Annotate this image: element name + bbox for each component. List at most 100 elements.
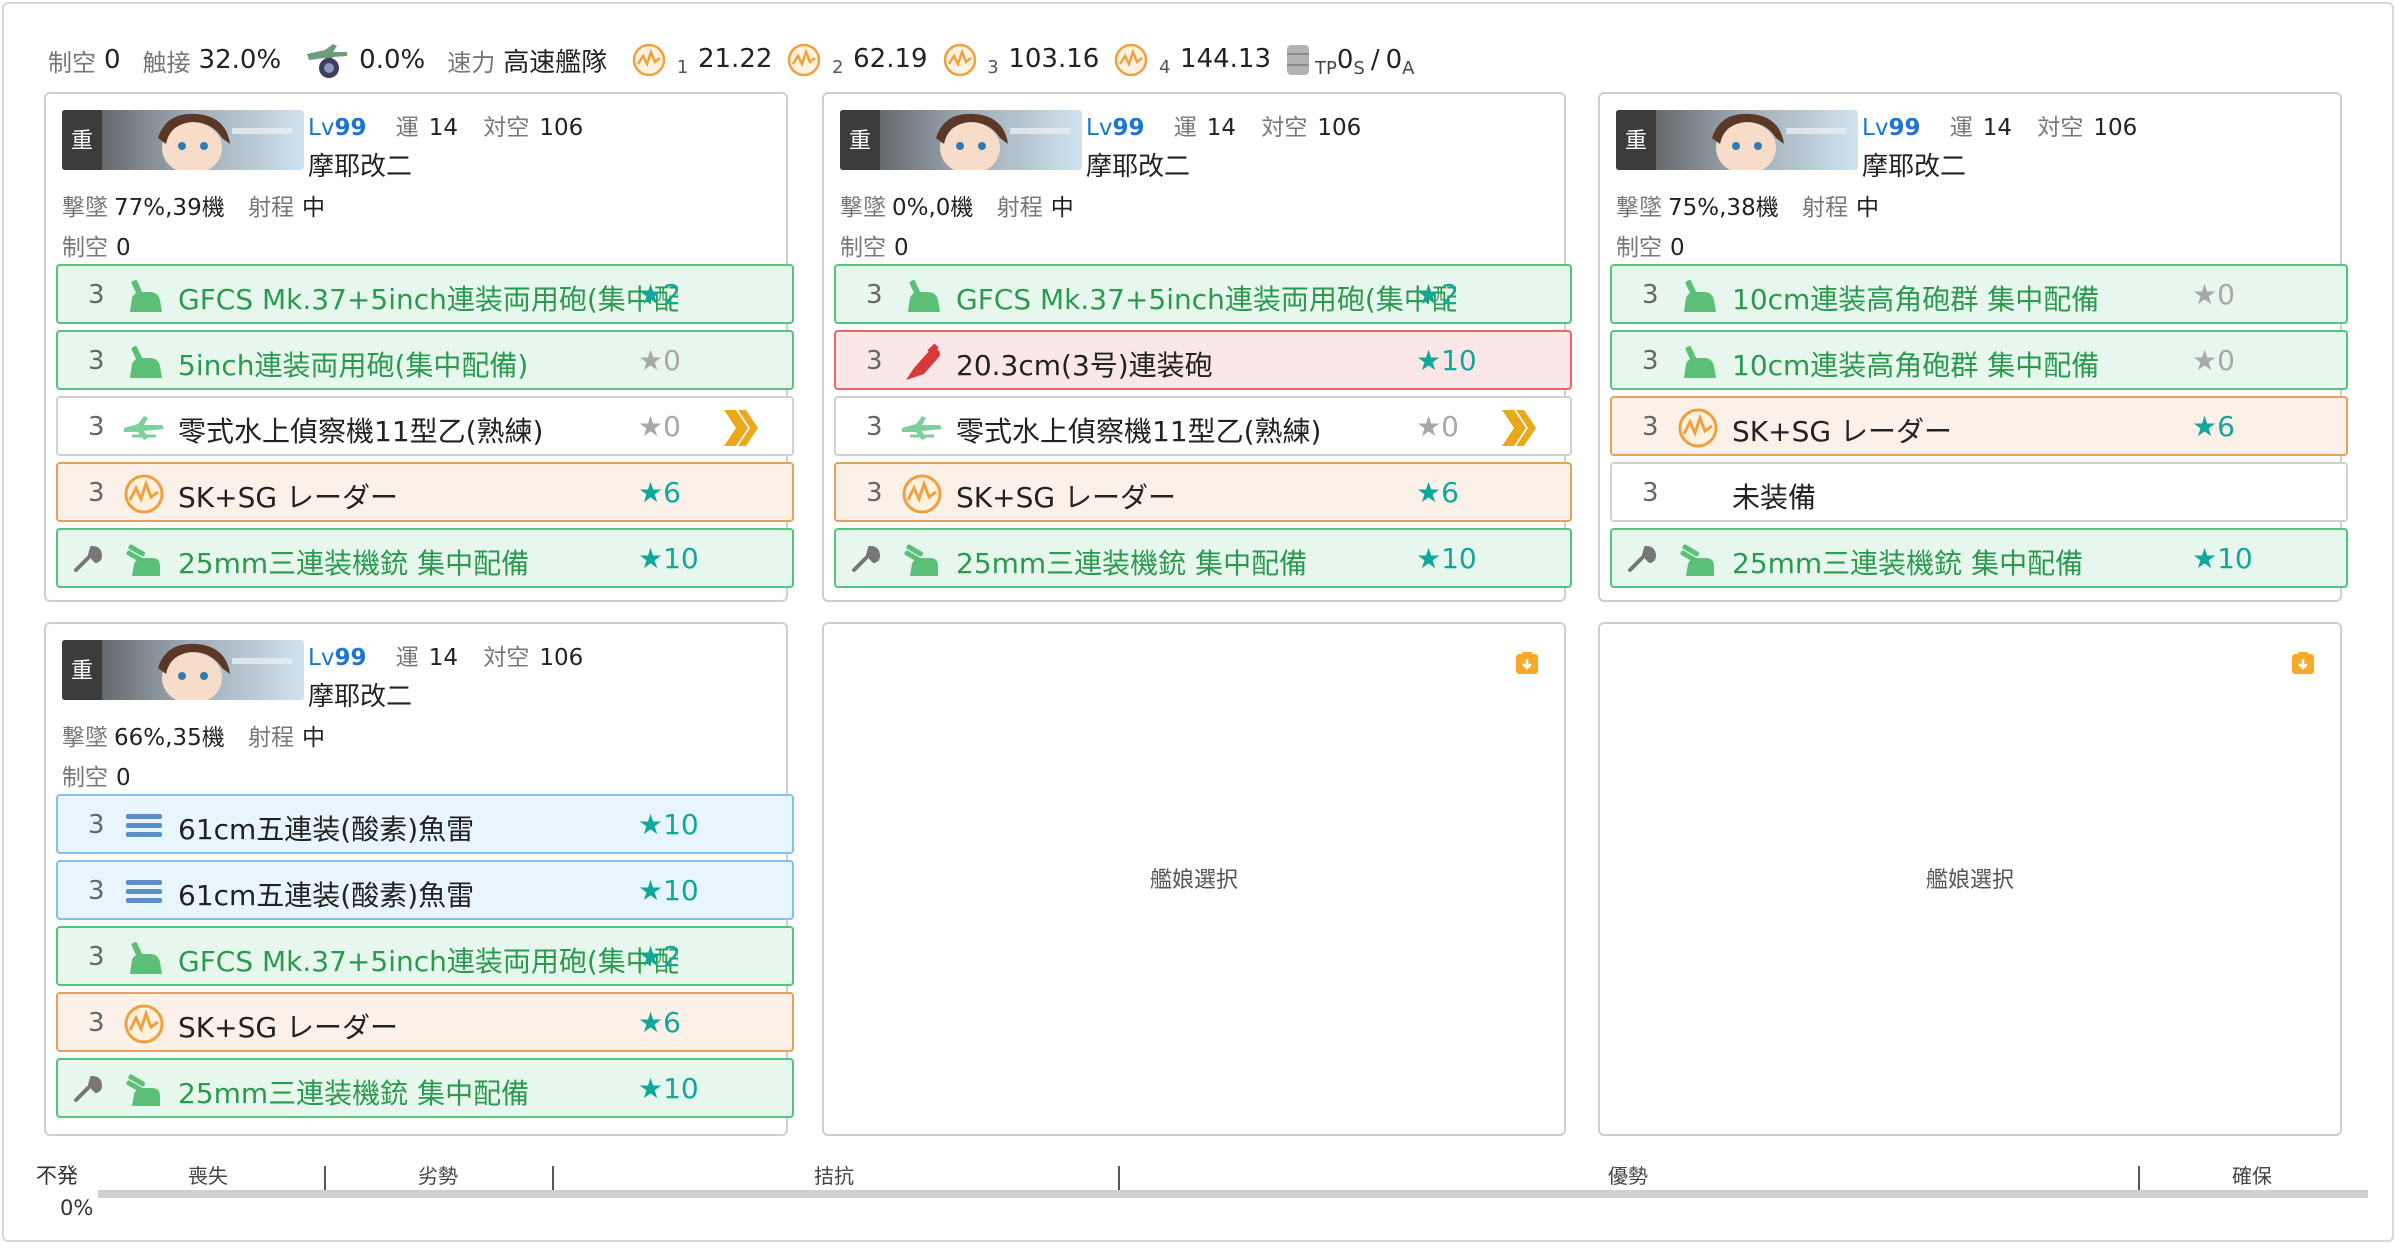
level: Lv99 — [308, 645, 367, 671]
radar-icon — [632, 43, 666, 77]
bookmark-icon[interactable] — [2290, 650, 2316, 676]
equipment-slot[interactable]: 3 零式水上偵察機11型乙(熟練) ★0 — [834, 396, 1572, 456]
equipment-slot[interactable]: 3 SK+SG レーダー ★6 — [834, 462, 1572, 522]
slot-count: 3 — [88, 346, 105, 376]
los-group-2: 2 62.19 — [786, 42, 941, 78]
los-coef-3: 3 — [987, 57, 999, 78]
equipment-name: 20.3cm(3号)連装砲 — [956, 349, 1213, 382]
ship-header[interactable]: 重 Lv99 運 14 対空 106 摩耶改二 撃墜 66%,35機 射程中 制空 0 — [46, 624, 786, 794]
ship-seiku-label: 制空 — [62, 235, 108, 261]
equipment-slot[interactable]: 25mm三連装機銃 集中配備 ★10 — [834, 528, 1572, 588]
improvement-stars: ★0 — [1416, 410, 1459, 443]
slot-count: 3 — [866, 478, 883, 508]
equipment-list: 3 GFCS Mk.37+5inch連装両用砲(集中配備) ★2 3 5inch… — [56, 264, 794, 594]
equipment-slot[interactable]: 3 SK+SG レーダー ★6 — [56, 992, 794, 1052]
shootdown-value: 0%,0機 — [892, 195, 974, 221]
select-ship-label[interactable]: 艦娘選択 — [824, 862, 1564, 894]
radar-icon — [902, 474, 942, 514]
ship-name[interactable]: 摩耶改二 — [308, 676, 412, 713]
ship-card[interactable]: 重 Lv99 運 14 対空 106 摩耶改二 撃墜 0%,0機 射程中 制空 0 3 … — [822, 92, 1572, 602]
drum-icon — [1287, 45, 1310, 75]
aa-label: 対空 — [483, 645, 530, 671]
aa-gun-icon — [904, 544, 938, 576]
select-ship-label[interactable]: 艦娘選択 — [1600, 862, 2340, 894]
equipment-slot[interactable]: 25mm三連装機銃 集中配備 ★10 — [56, 1058, 794, 1118]
improvement-stars: ★2 — [1416, 278, 1459, 311]
ship-seiku-label: 制空 — [840, 235, 886, 261]
ship-stats-line: Lv99 運 14 対空 106 — [308, 108, 583, 142]
equipment-slot[interactable]: 25mm三連装機銃 集中配備 ★10 — [56, 528, 794, 588]
equipment-slot[interactable]: 3 10cm連装高角砲群 集中配備 ★0 — [1610, 330, 2348, 390]
equipment-name: 25mm三連装機銃 集中配備 — [1732, 547, 2084, 580]
seaplane-icon — [124, 416, 164, 440]
ship-banner-image: 重 — [62, 640, 304, 700]
equipment-slot[interactable]: 3 61cm五連装(酸素)魚雷 ★10 — [56, 794, 794, 854]
ship-banner-image: 重 — [62, 110, 304, 170]
empty-ship-slot[interactable]: 艦娘選択 — [822, 622, 1566, 1136]
equipment-slot[interactable]: 3 未装備 — [1610, 462, 2348, 522]
equipment-name: 25mm三連装機銃 集中配備 — [178, 1077, 530, 1110]
luck-label: 運 — [1173, 115, 1197, 141]
equipment-slot[interactable]: 3 SK+SG レーダー ★6 — [56, 462, 794, 522]
seiku-value: 0 — [104, 45, 121, 75]
bookmark-icon[interactable] — [1514, 650, 1540, 676]
hagun-icon — [908, 280, 940, 312]
ship-header[interactable]: 重 Lv99 運 14 対空 106 摩耶改二 撃墜 75%,38機 射程中 制空 0 — [1600, 94, 2340, 264]
improvement-stars: ★6 — [2192, 410, 2235, 443]
slot-count: 3 — [88, 942, 105, 972]
ship-header[interactable]: 重 Lv99 運 14 対空 106 摩耶改二 撃墜 0%,0機 射程中 制空 0 — [824, 94, 1564, 264]
torpedo-icon — [126, 814, 162, 837]
level: Lv99 — [1862, 115, 1921, 141]
aa-gun-icon — [126, 1074, 160, 1106]
shootdown-line: 撃墜 77%,39機 射程中 — [62, 188, 325, 222]
equipment-name: 10cm連装高角砲群 集中配備 — [1732, 283, 2100, 316]
los-group-3: 3 103.16 — [942, 42, 1114, 78]
shootdown-label: 撃墜 — [840, 195, 886, 221]
equipment-slot[interactable]: 3 零式水上偵察機11型乙(熟練) ★0 — [56, 396, 794, 456]
equipment-name: 25mm三連装機銃 集中配備 — [178, 547, 530, 580]
slot-count: 3 — [1642, 412, 1659, 442]
shootdown-line: 撃墜 0%,0機 射程中 — [840, 188, 1074, 222]
equipment-slot[interactable]: 3 20.3cm(3号)連装砲 ★10 — [834, 330, 1572, 390]
equipment-slot[interactable]: 25mm三連装機銃 集中配備 ★10 — [1610, 528, 2348, 588]
contact-value: 32.0% — [198, 45, 282, 75]
ship-header[interactable]: 重 Lv99 運 14 対空 106 摩耶改二 撃墜 77%,39機 射程中 制空 0 — [46, 94, 786, 264]
equipment-slot[interactable]: 3 SK+SG レーダー ★6 — [1610, 396, 2348, 456]
ship-banner-image: 重 — [1616, 110, 1858, 170]
ship-name[interactable]: 摩耶改二 — [308, 146, 412, 183]
slot-count: 3 — [88, 478, 105, 508]
radar-icon — [124, 1004, 164, 1044]
equipment-slot[interactable]: 3 GFCS Mk.37+5inch連装両用砲(集中配備) ★2 — [834, 264, 1572, 324]
ship-name[interactable]: 摩耶改二 — [1086, 146, 1190, 183]
ship-stats-line: Lv99 運 14 対空 106 — [1862, 108, 2137, 142]
slot-count: 3 — [866, 280, 883, 310]
luck-label: 運 — [1949, 115, 1973, 141]
range-label: 射程 — [248, 725, 295, 751]
equipment-slot[interactable]: 3 GFCS Mk.37+5inch連装両用砲(集中配備) ★2 — [56, 264, 794, 324]
aa-label: 対空 — [2037, 115, 2084, 141]
equipment-slot[interactable]: 3 10cm連装高角砲群 集中配備 ★0 — [1610, 264, 2348, 324]
ship-seiku-line: 制空 0 — [62, 758, 131, 792]
equipment-slot[interactable]: 3 61cm五連装(酸素)魚雷 ★10 — [56, 860, 794, 920]
ship-card[interactable]: 重 Lv99 運 14 対空 106 摩耶改二 撃墜 75%,38機 射程中 制空 0 … — [1598, 92, 2348, 602]
slot-count: 3 — [866, 346, 883, 376]
ship-name[interactable]: 摩耶改二 — [1862, 146, 1966, 183]
ship-card[interactable]: 重 Lv99 運 14 対空 106 摩耶改二 撃墜 77%,39機 射程中 制空 0 … — [44, 92, 794, 602]
equipment-name: SK+SG レーダー — [178, 481, 398, 514]
torpedo-icon — [126, 880, 162, 903]
wrench-icon — [74, 545, 103, 572]
slot-count: 3 — [1642, 478, 1659, 508]
tp-label: TP — [1315, 57, 1337, 79]
equipment-name: 61cm五連装(酸素)魚雷 — [178, 813, 475, 846]
equipment-slot[interactable]: 3 5inch連装両用砲(集中配備) ★0 — [56, 330, 794, 390]
aa-gun-icon — [1680, 544, 1714, 576]
range-value: 中 — [1856, 195, 1880, 221]
los-value-3: 103.16 — [1008, 44, 1100, 74]
gauge-fail-label: 不発 — [36, 1164, 78, 1188]
ship-type-glyph: 重 — [849, 129, 871, 154]
equipment-slot[interactable]: 3 GFCS Mk.37+5inch連装両用砲(集中配備) ★2 — [56, 926, 794, 986]
ship-card[interactable]: 重 Lv99 運 14 対空 106 摩耶改二 撃墜 66%,35機 射程中 制空 0 … — [44, 622, 794, 1136]
gauge-tick — [552, 1166, 554, 1190]
empty-ship-slot[interactable]: 艦娘選択 — [1598, 622, 2342, 1136]
main-gun-icon — [906, 343, 940, 380]
